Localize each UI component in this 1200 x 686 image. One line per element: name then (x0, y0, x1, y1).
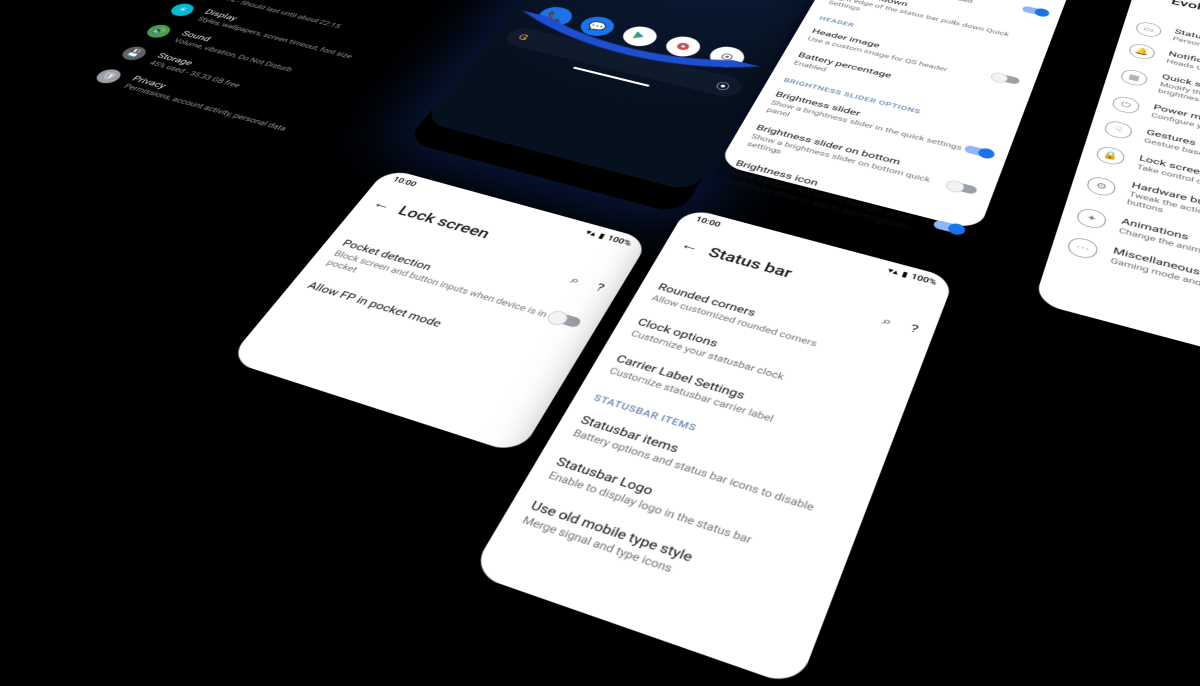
toggle-bb[interactable] (948, 181, 978, 195)
gesture-icon: ☟ (1103, 119, 1134, 140)
search-icon[interactable]: ⌕ (567, 273, 583, 288)
search-icon[interactable]: ⌕ (880, 314, 894, 329)
toggle-himg[interactable] (993, 73, 1020, 85)
panel-partial-left: 10:00100% ⌕? ...ts when (0, 0, 3, 160)
power-icon: ⏻ (1111, 95, 1141, 115)
panel-evolution-light: 10:00▾▴▮100% ←Evolution settings ⌕? ▭Sta… (1034, 0, 1200, 383)
toggle-pocket[interactable] (550, 311, 583, 328)
wifi-icon: ▾▴ (887, 266, 901, 277)
help-icon[interactable]: ? (908, 321, 921, 336)
lock-icon: 🔒 (1095, 145, 1126, 167)
panel-statusbar-light: 10:00▾▴▮100% ←Status bar ⌕? Rounded corn… (470, 207, 955, 686)
toggle-vib[interactable] (1021, 6, 1047, 17)
battery-icon: ▮ (901, 269, 910, 278)
panel-lockscreen-light: 10:00▾▴▮100% ←Lock screen ⌕? Pocket dete… (227, 168, 649, 455)
sound-icon: 🔊 (143, 23, 175, 40)
statusbar-icon: ▭ (1135, 20, 1163, 38)
privacy-icon: 🛡 (92, 67, 125, 85)
toggle-bi[interactable] (932, 220, 962, 235)
sparkle-icon: ✦ (1075, 206, 1108, 230)
wifi-icon: ▾▴ (584, 228, 598, 238)
misc-icon: ⋯ (1066, 235, 1100, 260)
help-icon[interactable]: ? (593, 280, 607, 294)
storage-icon: 💾 (118, 44, 151, 61)
toggle-bs[interactable] (964, 144, 993, 157)
back-icon[interactable]: ← (364, 194, 396, 214)
sliders-icon: ⚙ (1085, 175, 1117, 198)
bell-icon: 🔔 (1128, 42, 1157, 61)
back-icon[interactable]: ← (672, 235, 703, 256)
grid-icon: ▦ (1120, 68, 1149, 87)
logo-row (566, 0, 816, 2)
display-icon: ☀ (167, 2, 198, 18)
status-bar: 10:00100% (0, 0, 3, 6)
